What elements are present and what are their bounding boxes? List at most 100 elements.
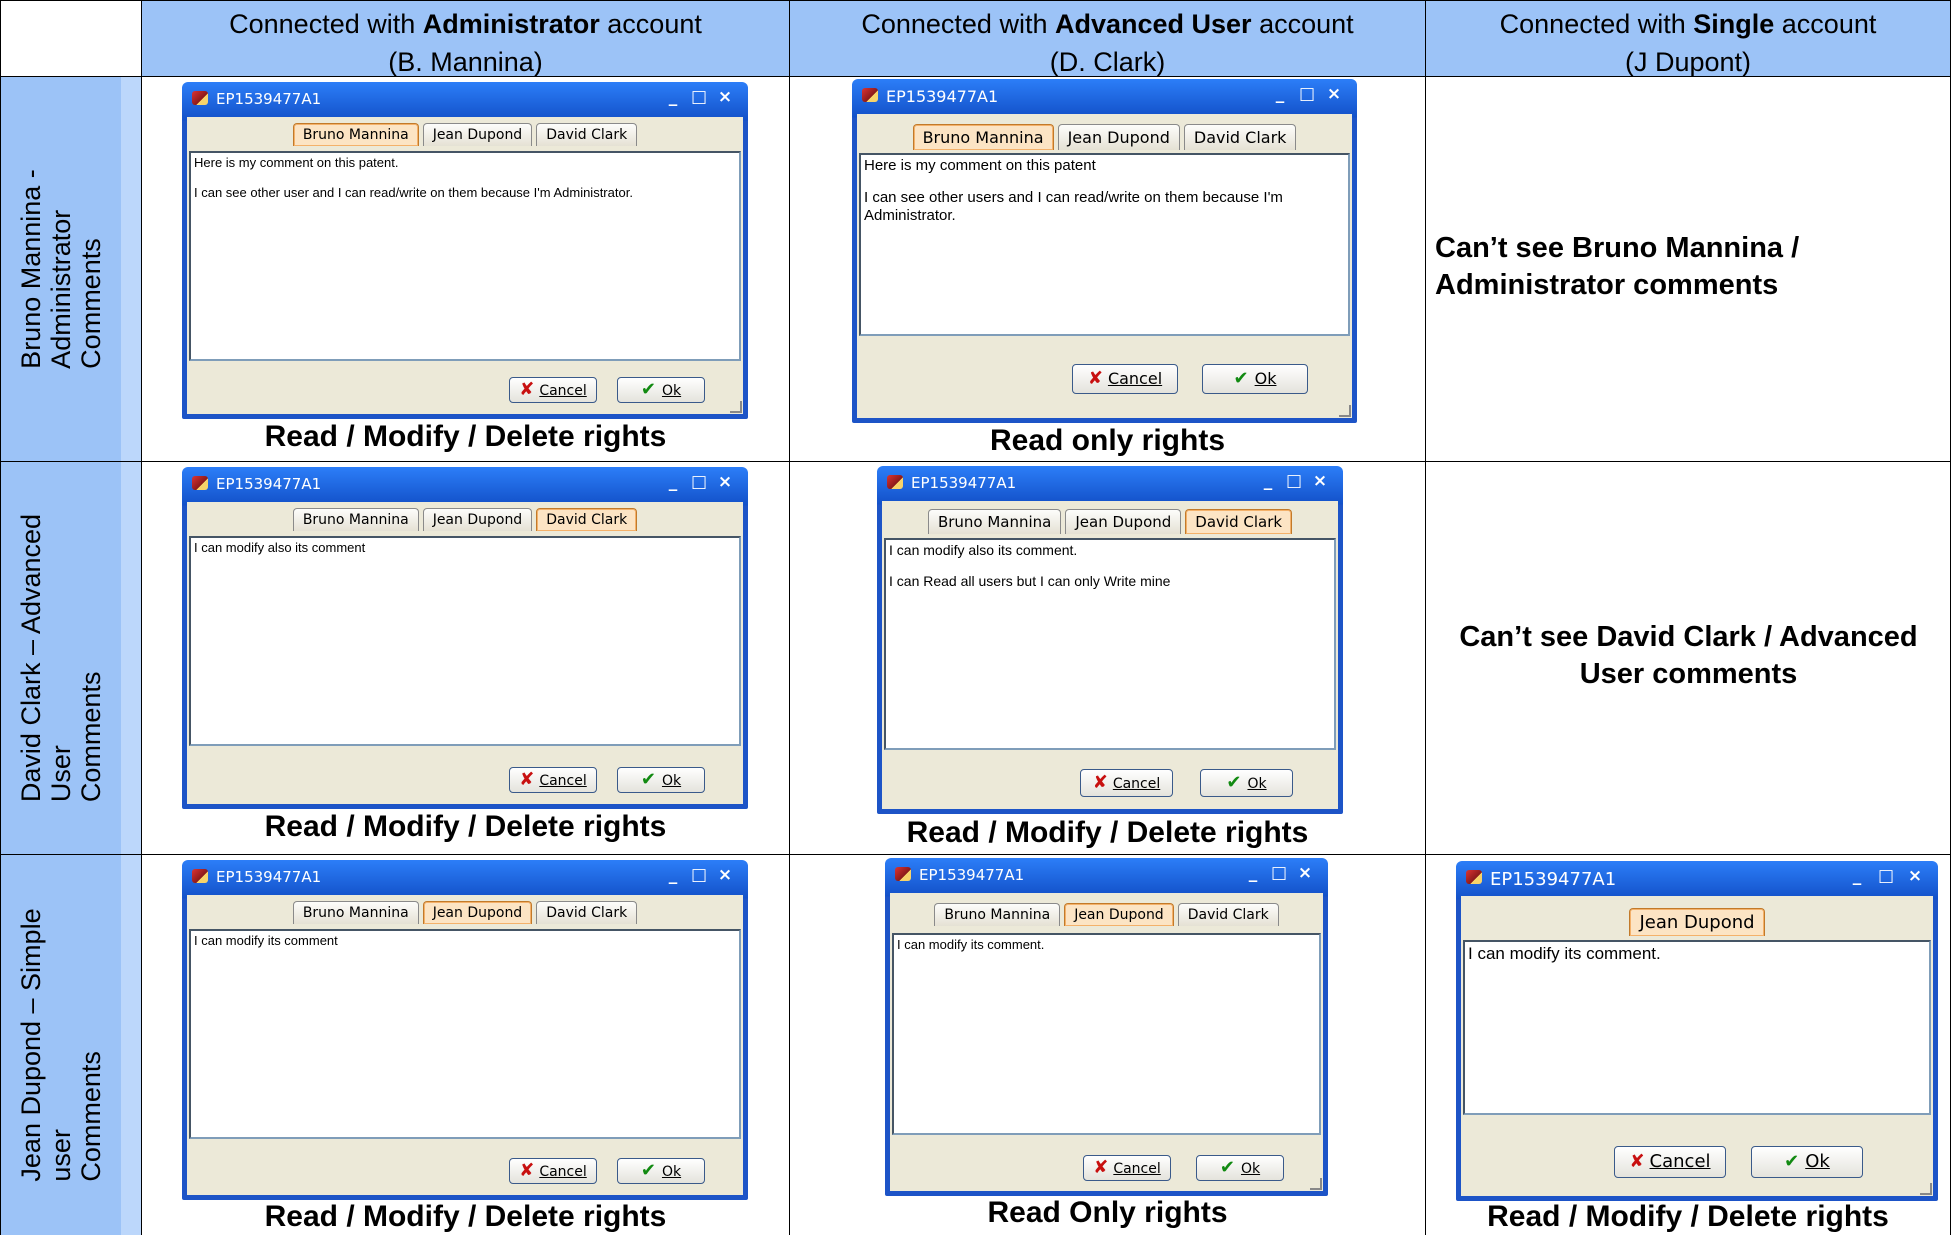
dialog-title: EP1539477A1 [216,868,322,886]
tab-jean-dupond[interactable]: Jean Dupond [422,508,533,531]
rights-caption: Read / Modify / Delete rights [906,816,1309,849]
cancel-button[interactable]: ✘ Cancel [1080,769,1173,797]
tab-bruno-mannina[interactable]: Bruno Mannina [292,508,419,531]
comment-textarea[interactable]: Here is my comment on this patent. I can … [189,151,741,361]
close-icon[interactable]: × [1294,862,1316,884]
resize-grip-icon[interactable] [1310,1178,1322,1190]
cancel-button[interactable]: ✘ Cancel [1072,364,1178,394]
comment-textarea[interactable]: I can modify its comment [189,929,741,1139]
ok-button[interactable]: ✔ Ok [1196,1155,1284,1181]
cancel-button[interactable]: ✘ Cancel [509,377,597,403]
comment-dialog[interactable]: EP1539477A1 _ □ × Bruno Mannina Jean Dupo… [877,466,1343,814]
close-icon[interactable]: × [1904,865,1926,887]
cancel-button[interactable]: ✘ Cancel [1614,1146,1726,1178]
cell-r1c2: EP1539477A1 _ □ × Bruno Mannina Jean Dupo… [790,77,1426,462]
tab-jean-dupond[interactable]: Jean Dupond [1629,908,1765,936]
cancel-icon: ✘ [519,769,535,790]
tab-david-clark[interactable]: David Clark [1177,903,1279,926]
app-icon [192,91,208,105]
tab-david-clark[interactable]: David Clark [536,123,638,146]
header-advanced: Connected with Advanced User account (D.… [790,0,1426,77]
minimize-icon[interactable]: _ [662,864,684,886]
comment-dialog[interactable]: EP1539477A1 _ □ × Bruno Mannina Jean Dupo… [182,82,748,419]
comment-dialog[interactable]: EP1539477A1 _ □ × Jean Dupond I can modi… [1456,861,1938,1201]
cancel-icon: ✘ [1087,368,1103,389]
maximize-icon[interactable]: □ [1268,862,1290,884]
comment-dialog[interactable]: EP1539477A1 _ □ × Bruno Mannina Jean Dupo… [852,79,1357,423]
tab-bruno-mannina[interactable]: Bruno Mannina [912,124,1054,150]
tab-bruno-mannina[interactable]: Bruno Mannina [927,509,1062,534]
close-icon[interactable]: × [714,86,736,108]
ok-check-icon: ✔ [1226,772,1242,793]
rights-caption: Read only rights [989,424,1226,457]
cancel-icon: ✘ [1093,1157,1109,1178]
minimize-icon[interactable]: _ [1846,865,1868,887]
comment-dialog[interactable]: EP1539477A1 _ □ × Bruno Mannina Jean Dupo… [885,858,1328,1196]
resize-grip-icon[interactable] [730,401,742,413]
tab-david-clark[interactable]: David Clark [1183,124,1297,150]
comment-textarea[interactable]: Here is my comment on this patent I can s… [859,153,1350,336]
minimize-icon[interactable]: _ [1257,470,1279,492]
cancel-button[interactable]: ✘ Cancel [509,767,597,793]
tab-jean-dupond[interactable]: Jean Dupond [422,901,533,924]
close-icon[interactable]: × [714,471,736,493]
tab-jean-dupond[interactable]: Jean Dupond [1064,903,1174,926]
ok-button[interactable]: ✔ Ok [1751,1146,1863,1178]
no-access-message: Can’t see David Clark / Advanced User com… [1459,621,1918,690]
cell-r2c3: Can’t see David Clark / Advanced User com… [1426,462,1951,855]
comment-textarea[interactable]: I can modify also its comment. I can Read… [884,538,1336,750]
dialog-title: EP1539477A1 [911,474,1017,492]
ok-button[interactable]: ✔ Ok [617,767,705,793]
tab-david-clark[interactable]: David Clark [536,901,638,924]
resize-grip-icon[interactable] [1339,405,1351,417]
ok-check-icon: ✔ [1219,1157,1235,1178]
maximize-icon[interactable]: □ [1296,83,1318,105]
rights-table: Connected with Administrator account (B.… [0,0,1951,1235]
app-icon [862,88,878,102]
cancel-button[interactable]: ✘ Cancel [509,1158,597,1184]
comment-textarea[interactable]: I can modify its comment. [1463,940,1931,1115]
close-icon[interactable]: × [1323,83,1345,105]
cell-r3c1: EP1539477A1 _ □ × Bruno Mannina Jean Dupo… [142,855,790,1235]
ok-check-icon: ✔ [640,379,656,400]
tab-david-clark[interactable]: David Clark [536,508,638,531]
cancel-button[interactable]: ✘ Cancel [1083,1155,1171,1181]
ok-button[interactable]: ✔ Ok [1200,769,1293,797]
tab-bruno-mannina[interactable]: Bruno Mannina [292,123,419,146]
tab-jean-dupond[interactable]: Jean Dupond [1065,509,1182,534]
minimize-icon[interactable]: _ [1269,83,1291,105]
close-icon[interactable]: × [714,864,736,886]
rights-caption: Read / Modify / Delete rights [264,1200,667,1233]
minimize-icon[interactable]: _ [1242,862,1264,884]
comment-dialog[interactable]: EP1539477A1 _ □ × Bruno Mannina Jean Dupo… [182,860,748,1200]
comment-textarea[interactable]: I can modify also its comment [189,536,741,746]
ok-button[interactable]: ✔ Ok [617,1158,705,1184]
ok-button[interactable]: ✔ Ok [617,377,705,403]
rights-caption: Read / Modify / Delete rights [1487,1200,1889,1233]
close-icon[interactable]: × [1309,470,1331,492]
cell-r1c1: EP1539477A1 _ □ × Bruno Mannina Jean Dupo… [142,77,790,462]
comment-textarea[interactable]: I can modify its comment. [892,933,1321,1135]
rights-caption: Read / Modify / Delete rights [264,810,667,843]
app-icon [887,475,903,489]
resize-grip-icon[interactable] [1920,1183,1932,1195]
ok-button[interactable]: ✔ Ok [1202,364,1308,394]
comment-dialog[interactable]: EP1539477A1 _ □ × Bruno Mannina Jean Dupo… [182,467,748,809]
tab-jean-dupond[interactable]: Jean Dupond [422,123,533,146]
tab-jean-dupond[interactable]: Jean Dupond [1057,124,1180,150]
cancel-icon: ✘ [1092,772,1108,793]
maximize-icon[interactable]: □ [1875,865,1897,887]
maximize-icon[interactable]: □ [1283,470,1305,492]
maximize-icon[interactable]: □ [688,864,710,886]
maximize-icon[interactable]: □ [688,471,710,493]
tab-bruno-mannina[interactable]: Bruno Mannina [292,901,419,924]
maximize-icon[interactable]: □ [688,86,710,108]
header-single: Connected with Single account (J Dupont) [1426,0,1951,77]
app-icon [895,867,911,881]
dialog-title: EP1539477A1 [216,90,322,108]
minimize-icon[interactable]: _ [662,86,684,108]
tab-david-clark[interactable]: David Clark [1185,509,1293,534]
dialog-title: EP1539477A1 [919,866,1025,884]
minimize-icon[interactable]: _ [662,471,684,493]
tab-bruno-mannina[interactable]: Bruno Mannina [934,903,1061,926]
